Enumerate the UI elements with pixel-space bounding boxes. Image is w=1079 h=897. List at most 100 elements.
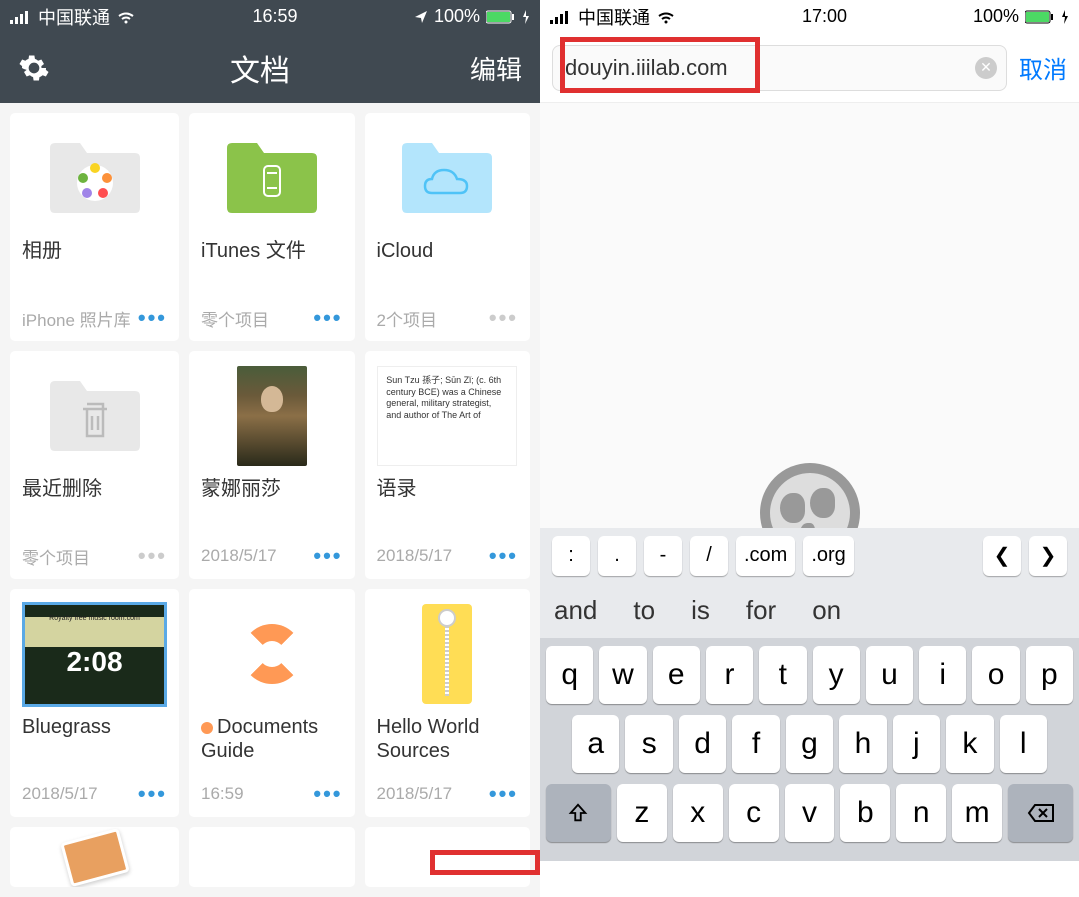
- card-title: 相册: [22, 239, 167, 263]
- key[interactable]: z: [617, 784, 667, 842]
- status-bar-left: 中国联通 16:59 100%: [0, 0, 540, 33]
- battery-pct: 100%: [434, 6, 480, 27]
- folder-itunes-icon: [222, 138, 322, 218]
- more-icon[interactable]: •••: [489, 781, 518, 807]
- signal-icon: [10, 10, 32, 24]
- lifebuoy-icon: [242, 624, 302, 684]
- app-header: 文档 编辑: [0, 33, 540, 103]
- card-title: Documents Guide: [201, 715, 343, 763]
- carrier-label: 中国联通: [38, 4, 110, 30]
- key[interactable]: w: [599, 646, 646, 704]
- card-trash[interactable]: 最近删除 零个项目 •••: [10, 351, 179, 579]
- more-icon[interactable]: •••: [138, 305, 167, 331]
- card-title: iCloud: [377, 239, 519, 263]
- key[interactable]: x: [673, 784, 723, 842]
- card-photos[interactable]: 相册 iPhone 照片库•••: [10, 113, 179, 341]
- more-icon[interactable]: •••: [313, 543, 342, 569]
- shift-key[interactable]: [546, 784, 611, 842]
- key[interactable]: s: [625, 715, 672, 773]
- card-documents-guide[interactable]: Documents Guide 16:59•••: [189, 589, 355, 817]
- key[interactable]: i: [919, 646, 966, 704]
- folder-icloud-icon: [397, 138, 497, 218]
- card-subtitle: 零个项目: [22, 544, 90, 569]
- charging-icon: [1061, 10, 1069, 24]
- key[interactable]: g: [786, 715, 833, 773]
- more-icon[interactable]: •••: [138, 781, 167, 807]
- key[interactable]: f: [732, 715, 779, 773]
- key[interactable]: l: [1000, 715, 1047, 773]
- shortcut-key[interactable]: /: [690, 536, 728, 576]
- key[interactable]: r: [706, 646, 753, 704]
- card-itunes[interactable]: iTunes 文件 零个项目•••: [189, 113, 355, 341]
- card-title: 最近删除: [22, 477, 167, 501]
- suggestion[interactable]: on: [812, 595, 841, 626]
- key[interactable]: p: [1026, 646, 1073, 704]
- card-partial[interactable]: [10, 827, 179, 887]
- clear-icon[interactable]: ✕: [975, 57, 997, 79]
- key[interactable]: h: [839, 715, 886, 773]
- suggestion[interactable]: and: [554, 595, 597, 626]
- key[interactable]: d: [679, 715, 726, 773]
- safari-screen: 中国联通 17:00 100% ✕ 取消 : . - / .com .: [540, 0, 1079, 875]
- key[interactable]: v: [785, 784, 835, 842]
- more-icon[interactable]: •••: [138, 543, 167, 569]
- card-title: iTunes 文件: [201, 239, 343, 263]
- folder-trash-icon: [45, 376, 145, 456]
- cancel-button[interactable]: 取消: [1019, 50, 1067, 85]
- prev-key[interactable]: ❮: [983, 536, 1021, 576]
- key[interactable]: q: [546, 646, 593, 704]
- documents-app-screen: 中国联通 16:59 100% 文档 编辑 相册 iPhone 照片库••• i…: [0, 0, 540, 875]
- more-icon[interactable]: •••: [489, 305, 518, 331]
- card-icloud[interactable]: iCloud 2个项目•••: [365, 113, 531, 341]
- card-bluegrass[interactable]: Royalty free music room.com2:08 Bluegras…: [10, 589, 179, 817]
- key[interactable]: n: [896, 784, 946, 842]
- red-highlight-box: [430, 850, 540, 875]
- shortcut-key[interactable]: .org: [803, 536, 853, 576]
- key[interactable]: k: [946, 715, 993, 773]
- shortcut-key[interactable]: .: [598, 536, 636, 576]
- keyboard-shortcut-row: : . - / .com .org ❮ ❯: [540, 528, 1079, 583]
- folder-photos-icon: [45, 138, 145, 218]
- key[interactable]: c: [729, 784, 779, 842]
- suggestion[interactable]: is: [691, 595, 710, 626]
- wifi-icon: [116, 10, 136, 24]
- edit-button[interactable]: 编辑: [470, 50, 522, 87]
- shortcut-key[interactable]: :: [552, 536, 590, 576]
- more-icon[interactable]: •••: [313, 305, 342, 331]
- status-time: 16:59: [252, 6, 297, 27]
- documents-grid: 相册 iPhone 照片库••• iTunes 文件 零个项目••• iClou…: [0, 103, 540, 897]
- key[interactable]: m: [952, 784, 1002, 842]
- wifi-icon: [656, 10, 676, 24]
- key[interactable]: b: [840, 784, 890, 842]
- unread-dot-icon: [201, 722, 213, 734]
- key[interactable]: e: [653, 646, 700, 704]
- gear-icon[interactable]: [18, 52, 50, 84]
- keyboard-row-2: asdfghjkl: [546, 715, 1073, 773]
- card-title: Hello World Sources: [377, 715, 519, 763]
- battery-icon: [1025, 10, 1055, 24]
- key[interactable]: t: [759, 646, 806, 704]
- battery-icon: [486, 10, 516, 24]
- shortcut-key[interactable]: -: [644, 536, 682, 576]
- more-icon[interactable]: •••: [313, 781, 342, 807]
- key[interactable]: j: [893, 715, 940, 773]
- key[interactable]: o: [972, 646, 1019, 704]
- backspace-key[interactable]: [1008, 784, 1073, 842]
- suggestion[interactable]: for: [746, 595, 776, 626]
- card-partial[interactable]: [189, 827, 355, 887]
- card-hello-world[interactable]: Hello World Sources 2018/5/17•••: [365, 589, 531, 817]
- mona-lisa-thumbnail: [237, 366, 307, 466]
- more-icon[interactable]: •••: [489, 543, 518, 569]
- key[interactable]: a: [572, 715, 619, 773]
- card-quotes[interactable]: Sun Tzu 孫子; Sūn Zǐ; (c. 6th century BCE)…: [365, 351, 531, 579]
- key[interactable]: y: [813, 646, 860, 704]
- card-mona-lisa[interactable]: 蒙娜丽莎 2018/5/17•••: [189, 351, 355, 579]
- next-key[interactable]: ❯: [1029, 536, 1067, 576]
- carrier-label: 中国联通: [578, 4, 650, 30]
- page-title: 文档: [230, 46, 290, 90]
- suggestion[interactable]: to: [633, 595, 655, 626]
- charging-icon: [522, 10, 530, 24]
- key[interactable]: u: [866, 646, 913, 704]
- browser-canvas: [540, 103, 1079, 528]
- shortcut-key[interactable]: .com: [736, 536, 795, 576]
